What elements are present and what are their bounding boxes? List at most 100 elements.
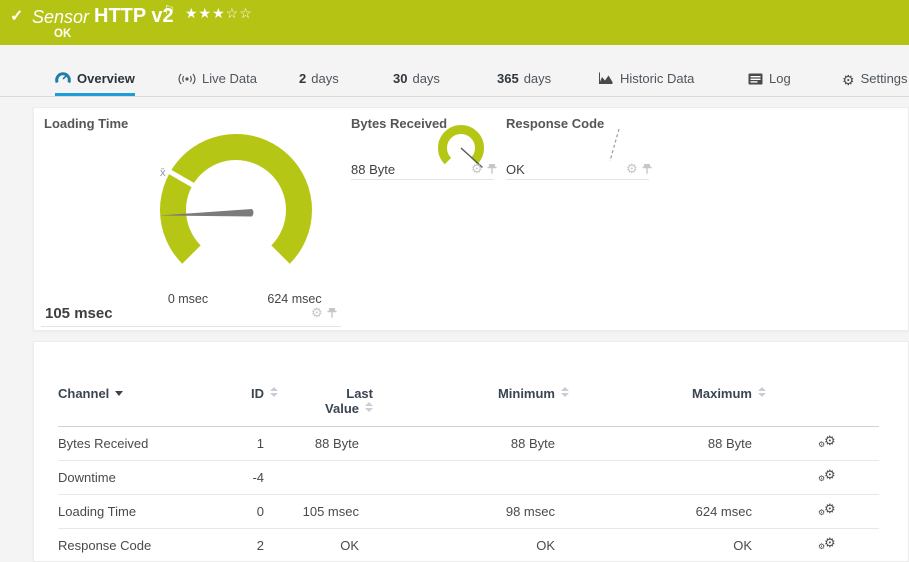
historic-chart-icon (598, 72, 614, 88)
sort-arrows-icon (270, 387, 278, 397)
channel-minimum: 88 Byte (373, 427, 569, 461)
priority-stars[interactable]: ★★★☆☆ (185, 5, 253, 22)
log-icon (748, 73, 763, 88)
column-header-maximum[interactable]: Maximum (569, 386, 766, 427)
channel-minimum: 98 msec (373, 495, 569, 529)
channel-id: 1 (218, 427, 278, 461)
tab-label: Overview (77, 71, 135, 86)
tab-label: Log (769, 71, 791, 86)
divider (41, 326, 341, 327)
gauge-scale-max: 624 msec (252, 292, 337, 306)
column-header-minimum[interactable]: Minimum (373, 386, 569, 427)
gauge-actions: ⚙ (471, 163, 498, 175)
channel-maximum: OK (569, 529, 766, 562)
tab-label: days (412, 71, 439, 86)
tab-bar: Overview Live Data 2days 30days 365days … (0, 45, 909, 97)
gauge-settings-gear-icon[interactable]: ⚙ (311, 307, 323, 319)
channel-maximum: 624 msec (569, 495, 766, 529)
gauge-actions: ⚙ (311, 307, 338, 319)
stars-empty[interactable]: ☆☆ (226, 5, 253, 21)
favorite-flag-icon[interactable]: ⚐ (164, 3, 175, 17)
response-code-value: OK (506, 162, 525, 177)
settings-gear-icon: ⚙ (842, 72, 855, 89)
channel-minimum (373, 461, 569, 495)
table-row: Bytes Received 1 88 Byte 88 Byte 88 Byte… (58, 427, 879, 461)
column-header-last-value[interactable]: LastValue (278, 386, 373, 427)
sort-arrows-icon (758, 387, 766, 397)
channel-last-value: 88 Byte (278, 427, 373, 461)
sort-caret-icon (115, 391, 123, 396)
sensor-title: HTTP v2 (94, 5, 174, 28)
channel-minimum: OK (373, 529, 569, 562)
gauge-settings-gear-icon[interactable]: ⚙ (626, 163, 638, 175)
stars-filled[interactable]: ★★★ (185, 5, 226, 21)
gauge-settings-gear-icon[interactable]: ⚙ (471, 163, 483, 175)
channel-name: Response Code (58, 529, 218, 562)
channels-panel: Channel ID LastValue Minimum Maximum Byt… (33, 341, 909, 562)
divider (351, 179, 494, 180)
tab-log[interactable]: Log (748, 66, 791, 96)
tab-settings[interactable]: ⚙ Settings (842, 66, 908, 96)
gauge-icon (55, 71, 71, 88)
tab-historic-data[interactable]: Historic Data (598, 66, 694, 96)
channels-table: Channel ID LastValue Minimum Maximum Byt… (58, 386, 879, 562)
column-header-id[interactable]: ID (218, 386, 278, 427)
average-marker: x̄ (160, 167, 166, 179)
gauge-actions: ⚙ (626, 163, 653, 175)
tab-365-days[interactable]: 365days (497, 66, 551, 96)
prtg-sensor-page: ✓ Sensor HTTP v2 ⚐ ★★★☆☆ OK Overview Liv… (0, 0, 909, 562)
gauge-title-response-code: Response Code (506, 116, 604, 131)
loading-time-value: 105 msec (45, 305, 113, 322)
table-header-row: Channel ID LastValue Minimum Maximum (58, 386, 879, 427)
divider (506, 179, 649, 180)
edit-channel-icon[interactable]: ⚙⚙ (818, 502, 838, 518)
tab-label: days (311, 71, 338, 86)
tab-overview[interactable]: Overview (55, 66, 135, 96)
gauge-title-bytes-received: Bytes Received (351, 116, 447, 131)
pin-icon[interactable] (326, 307, 338, 319)
tab-label: Historic Data (620, 71, 694, 86)
column-label: Last (346, 386, 373, 401)
live-data-icon (178, 73, 196, 88)
channel-id: 0 (218, 495, 278, 529)
edit-channel-icon[interactable]: ⚙⚙ (818, 434, 838, 450)
gauge-needle (610, 129, 619, 161)
channel-maximum: 88 Byte (569, 427, 766, 461)
table-row: Downtime -4 ⚙⚙ (58, 461, 879, 495)
tab-label: Settings (861, 71, 908, 86)
channel-name: Loading Time (58, 495, 218, 529)
table-row: Response Code 2 OK OK OK ⚙⚙ (58, 529, 879, 562)
edit-channel-icon[interactable]: ⚙⚙ (818, 536, 838, 552)
pin-icon[interactable] (486, 163, 498, 175)
tab-2-days[interactable]: 2 days (299, 66, 339, 96)
column-header-edit (766, 386, 879, 427)
channel-name: Bytes Received (58, 427, 218, 461)
column-label: Channel (58, 386, 109, 401)
sort-arrows-icon (365, 402, 373, 412)
status-check-icon: ✓ (10, 6, 23, 26)
sensor-header: ✓ Sensor HTTP v2 ⚐ ★★★☆☆ OK (0, 0, 909, 45)
pin-icon[interactable] (641, 163, 653, 175)
tab-live-data[interactable]: Live Data (178, 66, 257, 96)
gauges-panel: Loading Time x̄ 0 msec 624 msec 105 msec… (33, 107, 909, 331)
sensor-kind-label: Sensor (32, 7, 89, 28)
response-code-gauge (606, 126, 626, 166)
channel-id: -4 (218, 461, 278, 495)
column-label: Value (325, 401, 359, 416)
tab-label: days (524, 71, 551, 86)
column-header-channel[interactable]: Channel (58, 386, 218, 427)
channel-last-value (278, 461, 373, 495)
gauge-title-loading-time: Loading Time (44, 116, 128, 131)
channel-name: Downtime (58, 461, 218, 495)
sort-arrows-icon (561, 387, 569, 397)
channel-id: 2 (218, 529, 278, 562)
edit-channel-icon[interactable]: ⚙⚙ (818, 468, 838, 484)
channel-last-value: OK (278, 529, 373, 562)
column-label: ID (251, 386, 264, 401)
loading-time-gauge (156, 130, 316, 290)
tab-30-days[interactable]: 30days (393, 66, 440, 96)
column-label: Minimum (498, 386, 555, 401)
column-label: Maximum (692, 386, 752, 401)
tab-number: 2 (299, 71, 306, 86)
bytes-received-value: 88 Byte (351, 162, 395, 177)
